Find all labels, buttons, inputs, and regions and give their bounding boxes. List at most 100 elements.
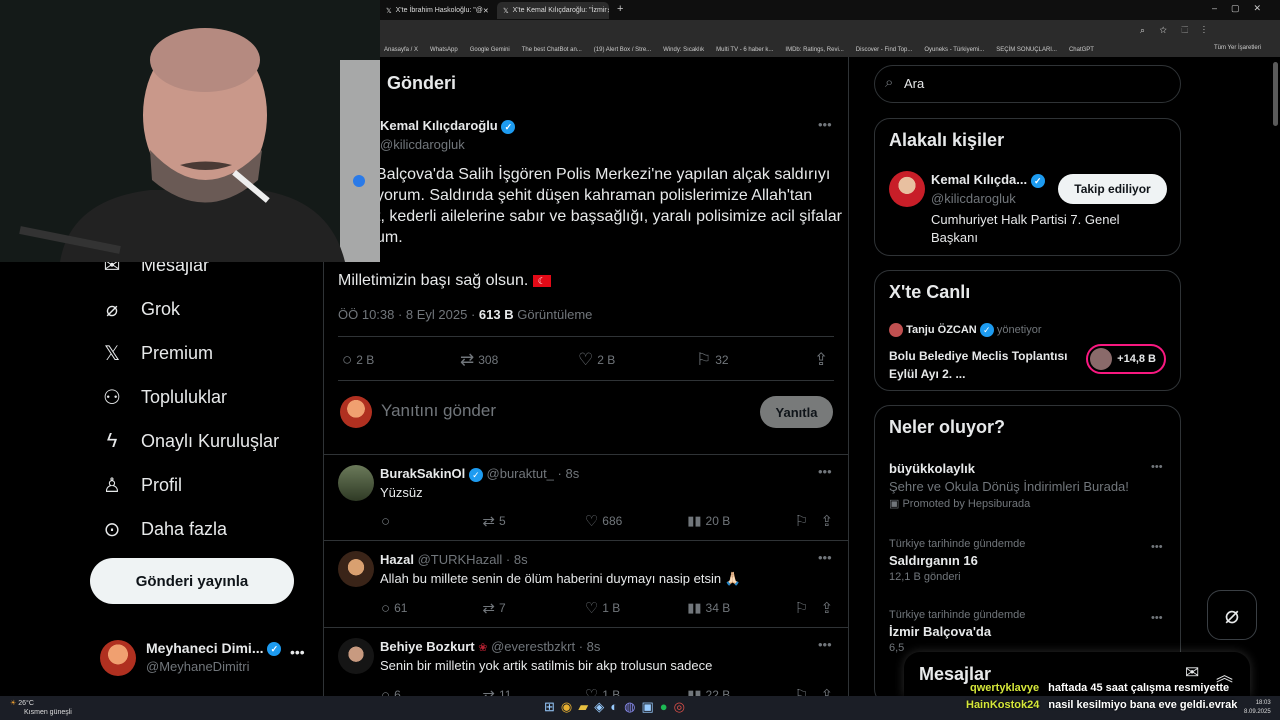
repost-button[interactable]: ⇄ 7 (482, 599, 584, 617)
reply-submit-button[interactable]: Yanıtla (760, 396, 833, 428)
close-icon[interactable]: ✕ (607, 7, 609, 15)
share-button[interactable]: ⇪ (820, 686, 833, 696)
steam-icon[interactable]: ◐ (610, 699, 618, 715)
discord-icon[interactable]: ◍ (624, 699, 635, 715)
bookmark[interactable]: (19) Alert Box / Stre... (594, 47, 651, 53)
bookmark[interactable]: Google Gemini (470, 47, 510, 53)
reply-input[interactable]: Yanıtını gönder (381, 401, 496, 421)
related-name[interactable]: Kemal Kılıçda... (931, 172, 1027, 187)
bookmark[interactable]: SEÇİM SONUÇLARI... (996, 47, 1057, 53)
more-dots-icon[interactable]: ••• (1151, 461, 1163, 473)
close-icon[interactable]: ✕ (483, 7, 489, 15)
more-dots-icon[interactable]: ••• (818, 464, 832, 479)
more-dots-icon[interactable]: ••• (818, 637, 832, 652)
share-button[interactable]: ⇪ (820, 512, 833, 530)
grok-button[interactable]: ⌀ (1207, 590, 1257, 640)
share-button[interactable]: ⇪ (820, 599, 833, 617)
trend-item[interactable]: Türkiye tarihinde gündemde Saldırganın 1… (889, 538, 1169, 583)
live-listeners-pill[interactable]: +14,8 B (1086, 344, 1166, 374)
live-topic[interactable]: Bolu Belediye Meclis Toplantısı Eylül Ay… (889, 347, 1069, 383)
nav-item-profile[interactable]: ♙ Profil (100, 471, 182, 499)
app-icon[interactable]: ▣ (641, 699, 653, 715)
new-tab-button[interactable]: + (617, 3, 623, 15)
reply-handle: @TURKHazall · 8s (417, 552, 528, 567)
search-box[interactable]: ⌕ Ara (874, 65, 1181, 103)
avatar[interactable] (338, 638, 374, 674)
bookmark[interactable]: ChatGPT (1069, 47, 1094, 53)
more-dots-icon[interactable]: ••• (1151, 541, 1163, 553)
scrollbar[interactable] (1273, 62, 1278, 126)
bookmark[interactable]: Multi TV - 6 haber k... (716, 47, 773, 53)
app-icon[interactable]: ◎ (674, 699, 685, 715)
card-title: Neler oluyor? (889, 417, 1006, 437)
more-dots-icon[interactable]: ••• (818, 117, 832, 132)
like-button[interactable]: ♡ 686 (585, 512, 687, 530)
following-button[interactable]: Takip ediliyor (1058, 174, 1167, 204)
repost-button[interactable]: ⇄ 5 (482, 512, 584, 530)
avatar[interactable] (338, 551, 374, 587)
views-button[interactable]: ▮▮ 22 B (687, 687, 794, 696)
nav-item-more[interactable]: ⊙ Daha fazla (100, 515, 227, 543)
nav-item-premium[interactable]: 𝕏 Premium (100, 339, 213, 367)
window-controls[interactable]: –▢✕ (1212, 3, 1275, 14)
post-handle[interactable]: @kilicdarogluk (380, 137, 465, 152)
like-button[interactable]: ♡ 1 B (585, 599, 687, 617)
search-input[interactable]: Ara (904, 76, 924, 91)
nav-item-grok[interactable]: ⌀ Grok (100, 295, 180, 323)
more-dots-icon[interactable]: ••• (290, 644, 305, 660)
chrome-icon[interactable]: ◉ (561, 699, 572, 715)
trend-item[interactable]: büyükkolaylık Şehre ve Okula Dönüş İndir… (889, 461, 1169, 510)
reply-author[interactable]: Hazal (380, 552, 414, 567)
windows-start-icon[interactable]: ⊞ (544, 699, 555, 715)
more-dots-icon[interactable]: ••• (818, 550, 832, 565)
reply-button[interactable]: ○ 6 (381, 687, 482, 697)
bookmark[interactable]: Oyuneks - Türkiyemi... (924, 47, 984, 53)
all-bookmarks[interactable]: Tüm Yer İşaretleri (1214, 45, 1261, 51)
nav-item-verified-orgs[interactable]: ϟ Onaylı Kuruluşlar (100, 427, 279, 455)
like-button[interactable]: ♡ 1 B (585, 686, 687, 696)
bookmark[interactable]: IMDb: Ratings, Revi... (785, 47, 843, 53)
reply-item[interactable]: Behiye Bozkurt ❀ @everestbzkrt · 8s ••• … (324, 628, 848, 696)
avatar[interactable] (338, 465, 374, 501)
like-button[interactable]: ♡ 2 B (578, 350, 696, 370)
views-button[interactable]: ▮▮ 20 B (687, 513, 794, 529)
folder-icon[interactable]: ▰ (578, 699, 588, 715)
reply-item[interactable]: Hazal @TURKHazall · 8s ••• Allah bu mill… (324, 541, 848, 627)
reply-button[interactable]: ○ 61 (381, 600, 482, 617)
browser-tab-active[interactable]: 𝕏 X'te Kemal Kılıçdaroğlu: "İzmir ✕ (497, 2, 609, 19)
repost-button[interactable]: ⇄ 308 (460, 350, 578, 370)
bookmark-button[interactable]: ⚐ 32 (696, 350, 814, 370)
toolbar-icons[interactable]: ⌕ ☆ ⬚ ⋮ (1140, 25, 1211, 36)
views-button[interactable]: ▮▮ 34 B (687, 600, 794, 616)
bookmark-button[interactable]: ⚐ (795, 599, 821, 617)
bookmark[interactable]: Anasayfa / X (384, 47, 418, 53)
bookmark[interactable]: WhatsApp (430, 47, 458, 53)
avatar[interactable] (889, 171, 925, 207)
reply-button[interactable]: ○ 2 B (342, 350, 460, 370)
repost-button[interactable]: ⇄ 11 (482, 686, 584, 696)
reply-item[interactable]: BurakSakinOl ✓ @buraktut_ · 8s ••• Yüzsü… (324, 455, 848, 540)
new-message-icon[interactable]: ✉ (1185, 663, 1199, 683)
spotify-icon[interactable]: ● (660, 699, 668, 715)
clock[interactable]: 18:03 8.09.2025 (1244, 699, 1271, 717)
nav-item-communities[interactable]: ⚇ Topluluklar (100, 383, 227, 411)
trend-item[interactable]: Türkiye tarihinde gündemde İzmir Balçova… (889, 609, 1169, 654)
reply-author[interactable]: Behiye Bozkurt (380, 639, 475, 654)
live-host[interactable]: Tanju ÖZCAN (906, 324, 977, 336)
reply-author[interactable]: BurakSakinOl (380, 466, 465, 481)
post-button[interactable]: Gönderi yayınla (90, 558, 294, 604)
more-dots-icon[interactable]: ••• (1151, 612, 1163, 624)
weather-widget[interactable]: ☀ 26°C Kısmen güneşli (10, 699, 72, 717)
bookmark-button[interactable]: ⚐ (795, 512, 821, 530)
reply-text: Yüzsüz (380, 485, 423, 500)
reply-button[interactable]: ○ (381, 513, 482, 530)
post-author[interactable]: Kemal Kılıçdaroğlu (380, 118, 498, 133)
bookmark-button[interactable]: ⚐ (795, 686, 821, 696)
app-icon[interactable]: ◈ (594, 699, 604, 715)
bookmark[interactable]: Windy: Sıcaklık (663, 47, 704, 53)
account-switcher[interactable]: Meyhaneci Dimi... ✓ @MeyhaneDimitri ••• (100, 638, 320, 676)
share-button[interactable]: ⇪ (814, 350, 828, 370)
bookmark[interactable]: Discover - Find Top... (856, 47, 913, 53)
browser-tab[interactable]: 𝕏 X'te İbrahim Haskoloğlu: "@ ✕ (380, 2, 493, 19)
bookmark[interactable]: The best ChatBot an... (522, 47, 582, 53)
